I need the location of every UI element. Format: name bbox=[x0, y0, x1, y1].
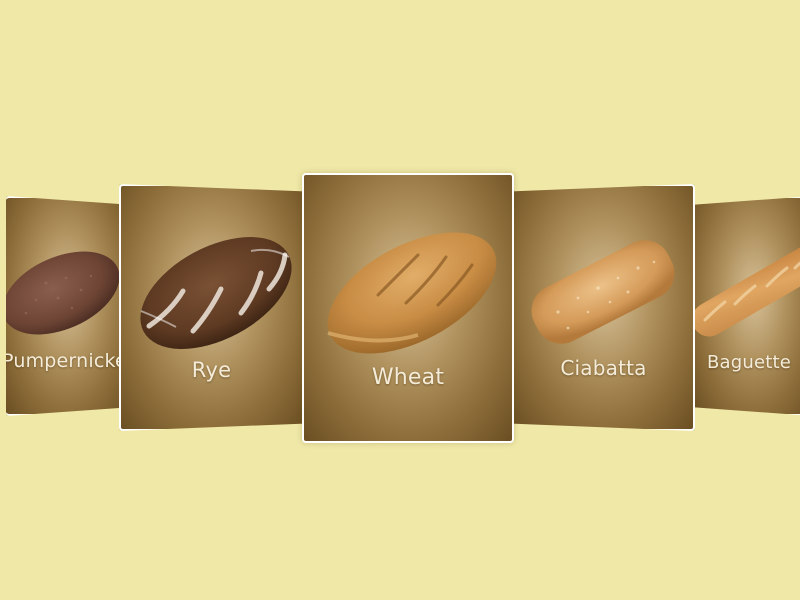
carousel-card-baguette[interactable]: Baguette bbox=[693, 196, 800, 416]
carousel-card-label: Pumpernickel bbox=[6, 350, 130, 372]
carousel-card-wheat[interactable]: Wheat bbox=[302, 173, 514, 443]
carousel-card-pumpernickel[interactable]: Pumpernickel bbox=[6, 196, 130, 416]
carousel-card-label: Rye bbox=[191, 358, 232, 382]
carousel-card-ciabatta[interactable]: Ciabatta bbox=[512, 184, 695, 431]
baguette-loaf-image bbox=[695, 238, 800, 337]
carousel-card-rye[interactable]: Rye bbox=[119, 184, 304, 431]
rye-loaf-image bbox=[140, 237, 292, 349]
wheat-loaf-image bbox=[327, 232, 497, 354]
carousel-card-label: Wheat bbox=[371, 365, 445, 390]
ciabatta-loaf-image bbox=[531, 240, 675, 344]
bread-carousel: Pumpernickel Rye Wheat Ciabatta Baguette bbox=[0, 0, 800, 600]
carousel-card-label: Baguette bbox=[707, 352, 792, 373]
pumpernickel-loaf-image bbox=[6, 251, 120, 335]
carousel-card-label: Ciabatta bbox=[560, 356, 647, 380]
